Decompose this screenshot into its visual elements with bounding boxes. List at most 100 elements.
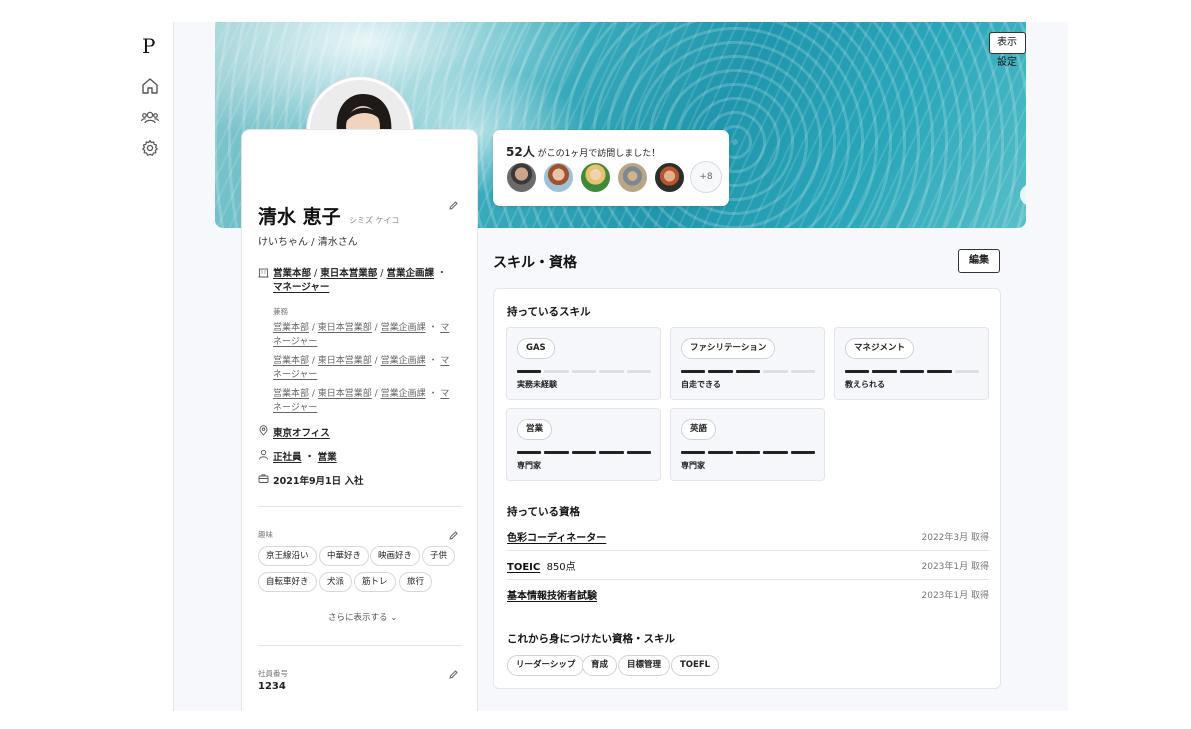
skill-card[interactable]: GAS 実務未経験 — [506, 327, 661, 400]
org-link[interactable]: 営業本部 — [273, 389, 309, 399]
skill-level-segment — [735, 370, 761, 373]
visitor-avatar[interactable] — [616, 161, 649, 194]
display-settings-button[interactable]: 表示設定 — [989, 32, 1026, 68]
hobby-tag[interactable]: 筋トレ — [354, 572, 396, 592]
skill-name: 営業 — [517, 419, 553, 440]
skill-card[interactable]: マネジメント 教えられる — [834, 327, 989, 400]
skill-level-bar — [845, 370, 980, 373]
org-link[interactable]: 東日本営業部 — [318, 356, 372, 366]
show-more-button[interactable]: さらに表示する ⌄ — [328, 611, 397, 623]
want-tag[interactable]: TOEFL — [671, 655, 720, 676]
skill-level-segment — [599, 370, 624, 373]
skill-level-label: 専門家 — [517, 461, 541, 470]
skill-card[interactable]: 営業 専門家 — [506, 408, 661, 481]
cert-name[interactable]: 基本情報技術者試験 — [507, 591, 597, 602]
cover-camera-button[interactable] — [1020, 184, 1026, 206]
skill-card[interactable]: ファシリテーション 自走できる — [670, 327, 825, 400]
skill-level-segment — [790, 370, 816, 373]
hobby-tag[interactable]: 京王線沿い — [258, 546, 317, 566]
skill-level-segment — [517, 370, 542, 373]
profile-card: 清水 恵子 シミズ ケイコ けいちゃん / 清水さん 営業本部 / 東日本営業部… — [242, 130, 477, 711]
skill-level-segment — [708, 370, 733, 373]
app-logo[interactable]: P — [142, 34, 155, 58]
hobby-tag[interactable]: 子供 — [422, 546, 456, 566]
visitor-avatar[interactable] — [579, 161, 612, 194]
skill-level-bar — [681, 370, 816, 373]
visitors-text: 52人 がこの1ヶ月で訪問しました！ — [506, 143, 660, 160]
location-pin-icon — [259, 425, 268, 436]
skill-level-bar — [681, 451, 816, 454]
edit-skills-button[interactable]: 編集 — [958, 249, 1000, 273]
skill-level-segment — [708, 451, 733, 454]
visitor-avatar[interactable] — [505, 161, 538, 194]
skill-level-segment — [544, 370, 569, 373]
skill-level-segment — [681, 370, 706, 373]
org-link[interactable]: 東日本営業部 — [318, 323, 372, 333]
building-icon — [258, 268, 269, 278]
org-main: 営業本部 / 東日本営業部 / 営業企画課 ・ マネージャー — [273, 268, 447, 293]
org-link[interactable]: 営業企画課 — [381, 389, 426, 399]
profile-kana: シミズ ケイコ — [349, 216, 400, 225]
divider — [258, 506, 462, 507]
employee-no-label: 社員番号 — [258, 669, 288, 678]
org-link[interactable]: 営業本部 — [273, 356, 309, 366]
cert-date: 2022年3月 取得 — [921, 533, 990, 543]
org-role[interactable]: マネージャー — [273, 282, 329, 293]
skill-level-segment — [872, 370, 897, 373]
edit-name-icon[interactable] — [448, 200, 459, 211]
divider — [258, 645, 462, 646]
office-link[interactable]: 東京オフィス — [273, 425, 330, 439]
hobby-tag[interactable]: 自転車好き — [258, 572, 317, 592]
skill-card[interactable]: 英語 専門家 — [670, 408, 825, 481]
people-icon[interactable] — [140, 108, 160, 128]
org-link[interactable]: 営業本部 — [273, 323, 309, 333]
skill-level-segment — [517, 451, 542, 454]
job-type[interactable]: 営業 — [318, 452, 337, 463]
employee-no: 1234 — [258, 681, 286, 692]
cert-row: TOEIC 850点 2023年1月 取得 — [507, 551, 989, 580]
certs-title: 持っている資格 — [507, 506, 580, 518]
home-icon[interactable] — [140, 76, 160, 96]
hobby-tag[interactable]: 映画好き — [370, 546, 421, 566]
org-link[interactable]: 営業本部 — [273, 268, 311, 279]
skills-section-title: スキル・資格 — [493, 255, 577, 271]
org-link[interactable]: 東日本営業部 — [320, 268, 377, 279]
want-tag[interactable]: 目標管理 — [618, 655, 671, 676]
briefcase-icon — [258, 474, 269, 483]
employment-type[interactable]: 正社員 — [273, 452, 302, 463]
org-link[interactable]: 東日本営業部 — [318, 389, 372, 399]
visitor-avatar[interactable] — [653, 161, 686, 194]
cert-name[interactable]: TOEIC — [507, 562, 540, 573]
skill-level-segment — [763, 451, 788, 454]
visitors-card: 52人 がこの1ヶ月で訪問しました！ +8 — [493, 130, 729, 206]
office-text[interactable]: 東京オフィス — [273, 428, 330, 439]
visitor-avatar[interactable] — [542, 161, 575, 194]
want-tag[interactable]: リーダーシップ — [507, 655, 585, 676]
chevron-down-icon: ⌄ — [390, 613, 398, 623]
skill-level-segment — [735, 451, 761, 454]
skill-level-segment — [927, 370, 952, 373]
org-link[interactable]: 営業企画課 — [387, 268, 435, 279]
skill-level-segment — [626, 370, 652, 373]
profile-name: 清水 恵子 — [258, 206, 341, 228]
org-sub: 営業本部 / 東日本営業部 / 営業企画課 ・ マネージャー — [273, 323, 450, 347]
show-more-label: さらに表示する — [328, 613, 388, 623]
edit-employee-no-icon[interactable] — [448, 669, 459, 680]
kenmu-label: 兼務 — [273, 307, 288, 316]
gear-icon[interactable] — [140, 138, 160, 158]
org-link[interactable]: 営業企画課 — [381, 323, 426, 333]
org-link[interactable]: 営業企画課 — [381, 356, 426, 366]
hobby-tag[interactable]: 中華好き — [319, 546, 370, 566]
app-window: P 表示設定 52人 がこの1ヶ月で訪問しました！ +8 清水 恵子 シミズ ケ… — [126, 22, 1068, 711]
skills-card: 持っているスキル GAS 実務未経験 ファシリテーション 自走できる マネジメン… — [493, 288, 1001, 689]
hobby-tag[interactable]: 旅行 — [399, 572, 433, 592]
edit-hobby-icon[interactable] — [448, 530, 459, 541]
skill-name: マネジメント — [845, 338, 915, 359]
camera-icon — [1025, 192, 1026, 199]
want-tag[interactable]: 育成 — [582, 655, 618, 676]
person-icon — [259, 449, 268, 460]
hobby-tag[interactable]: 犬派 — [319, 572, 353, 592]
org-sub: 営業本部 / 東日本営業部 / 営業企画課 ・ マネージャー — [273, 356, 450, 380]
cert-name[interactable]: 色彩コーディネーター — [507, 533, 606, 544]
visitors-more-button[interactable]: +8 — [690, 161, 722, 193]
